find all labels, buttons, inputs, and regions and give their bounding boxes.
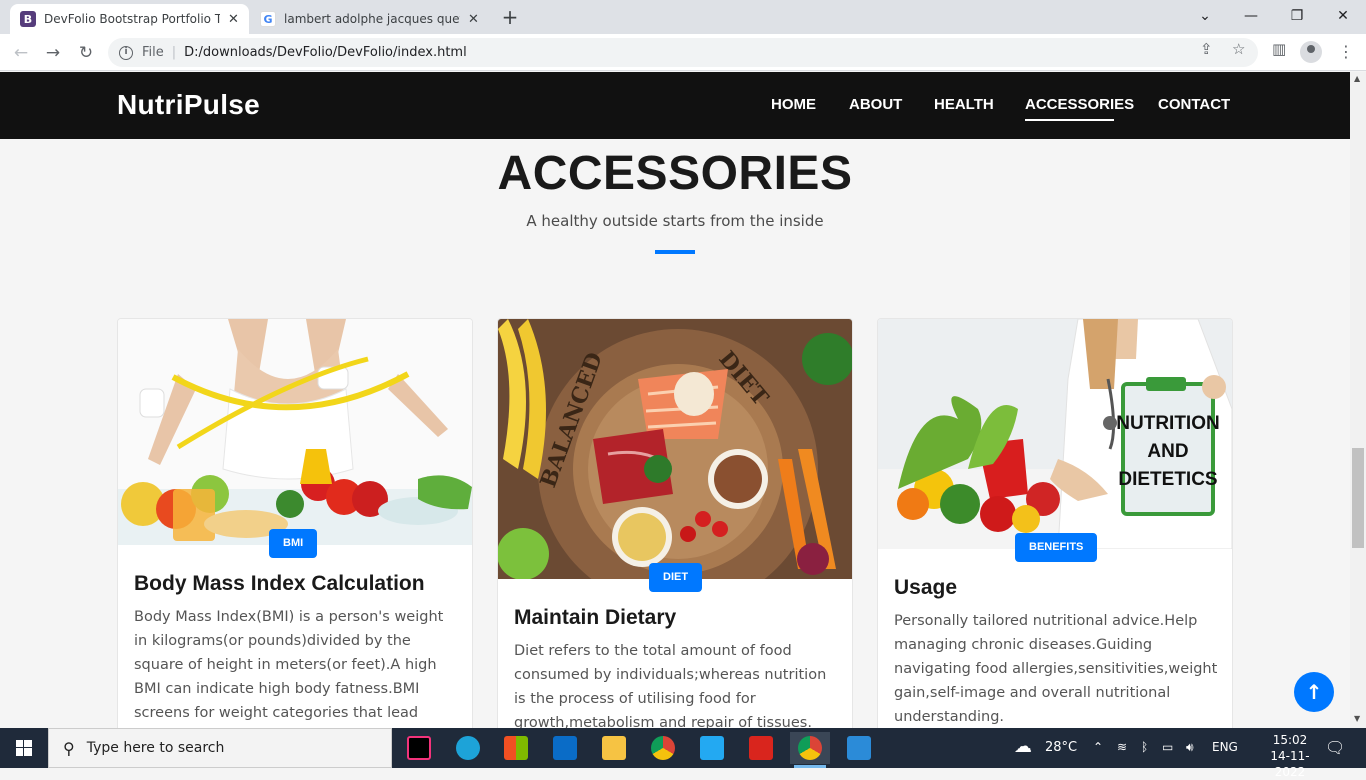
nutrition-dietetics-photo: NUTRITION AND DIETETICS <box>878 319 1232 549</box>
photos-app-icon[interactable] <box>839 732 879 764</box>
side-panel-icon[interactable]: ▥ <box>1272 40 1286 58</box>
card-bmi[interactable]: BMI Body Mass Index Calculation Body Mas… <box>117 318 473 728</box>
card-text: Diet refers to the total amount of food … <box>514 643 827 728</box>
nav-accessories[interactable]: ACCESSORIES <box>1025 96 1134 121</box>
nav-about[interactable]: ABOUT <box>849 96 902 113</box>
card-title[interactable]: Body Mass Index Calculation <box>134 572 425 596</box>
file-explorer-icon[interactable] <box>594 732 634 764</box>
tab-title: lambert adolphe jacques quetele <box>284 12 460 26</box>
close-window-button[interactable]: ✕ <box>1320 4 1366 28</box>
close-tab-icon[interactable]: ✕ <box>468 12 479 27</box>
network-wifi-icon[interactable]: ≋ <box>1117 740 1127 754</box>
site-brand[interactable]: NutriPulse <box>117 89 260 121</box>
reload-icon[interactable]: ↻ <box>73 40 99 66</box>
new-tab-button[interactable]: + <box>498 6 522 30</box>
input-language[interactable]: ENG <box>1212 740 1238 754</box>
nav-health[interactable]: HEALTH <box>934 96 994 113</box>
acrobat-app-icon[interactable] <box>741 732 781 764</box>
hidden-icons-chevron-icon[interactable]: ⌃ <box>1093 740 1103 754</box>
intellij-app-icon[interactable] <box>399 732 439 764</box>
browser-toolbar: ← → ↻ i File | D:/downloads/DevFolio/Dev… <box>0 34 1366 71</box>
badge-benefits[interactable]: BENEFITS <box>1015 533 1098 562</box>
taskbar-search-box[interactable]: ⚲ Type here to search <box>48 728 392 768</box>
maximize-window-button[interactable]: ❐ <box>1274 4 1320 28</box>
google-favicon-icon: G <box>260 11 276 27</box>
site-info-icon[interactable]: i <box>119 45 133 60</box>
url-text[interactable]: D:/downloads/DevFolio/DevFolio/index.htm… <box>184 45 467 60</box>
scrollbar-thumb[interactable] <box>1352 448 1364 548</box>
taskbar-clock[interactable]: 15:02 14-11-2022 <box>1260 732 1320 780</box>
card-text: Personally tailored nutritional advice.H… <box>894 613 1218 725</box>
nutrition-sign-line2: AND <box>1147 441 1188 462</box>
chrome-running-app-icon[interactable] <box>790 732 830 768</box>
badge-bmi[interactable]: BMI <box>269 529 318 558</box>
minimize-window-button[interactable]: — <box>1228 4 1274 28</box>
browser-tab-strip: B DevFolio Bootstrap Portfolio Tem ✕ G l… <box>0 0 1366 34</box>
page-scrollbar[interactable]: ▲ ▼ <box>1350 72 1366 728</box>
close-tab-icon[interactable]: ✕ <box>228 12 239 27</box>
card-title[interactable]: Maintain Dietary <box>514 606 676 630</box>
site-navbar: NutriPulse HOME ABOUT HEALTH ACCESSORIES… <box>0 72 1350 139</box>
weather-temperature[interactable]: 28°C <box>1045 740 1077 755</box>
tab-search-icon[interactable]: ⌄ <box>1182 4 1228 28</box>
forward-icon[interactable]: → <box>40 40 66 66</box>
scroll-up-arrow-icon[interactable]: ▲ <box>1354 74 1360 83</box>
back-to-top-button[interactable]: ↑ <box>1294 672 1334 712</box>
back-icon[interactable]: ← <box>8 40 34 66</box>
nutrition-sign-line1: NUTRITION <box>1116 413 1219 434</box>
scroll-down-arrow-icon[interactable]: ▼ <box>1354 714 1360 723</box>
browser-tab-google[interactable]: G lambert adolphe jacques quetele ✕ <box>250 4 489 34</box>
tab-title: DevFolio Bootstrap Portfolio Tem <box>44 12 220 26</box>
nutrition-sign-line3: DIETETICS <box>1118 469 1217 490</box>
taskbar-search-placeholder: Type here to search <box>86 740 225 756</box>
section-subtitle: A healthy outside starts from the inside <box>526 212 824 230</box>
mail-app-icon[interactable] <box>545 732 585 764</box>
browser-tab-devfolio[interactable]: B DevFolio Bootstrap Portfolio Tem ✕ <box>10 4 249 34</box>
section-divider <box>655 250 695 254</box>
card-text: Body Mass Index(BMI) is a person's weigh… <box>134 609 444 721</box>
weather-cloud-icon[interactable]: ☁ <box>1014 736 1032 757</box>
clock-time: 15:02 <box>1272 733 1308 747</box>
windows-taskbar: ⚲ Type here to search ☁ 28°C ⌃ ≋ ᛒ ▭ 🔊︎ … <box>0 728 1366 779</box>
windows-logo-icon <box>16 740 32 756</box>
badge-diet[interactable]: DIET <box>649 563 703 592</box>
battery-icon[interactable]: ▭ <box>1162 740 1173 754</box>
bluetooth-icon[interactable]: ᛒ <box>1141 740 1148 754</box>
section-title: ACCESSORIES <box>497 147 853 200</box>
bmi-photo <box>118 319 472 545</box>
balanced-diet-photo: BALANCED DIET <box>498 319 852 579</box>
page-viewport: NutriPulse HOME ABOUT HEALTH ACCESSORIES… <box>0 72 1350 728</box>
card-diet[interactable]: BALANCED DIET DIET Maintain Dietary Diet… <box>497 318 853 728</box>
store-app-icon[interactable] <box>496 732 536 764</box>
address-separator: | <box>171 45 177 60</box>
chrome-app-icon[interactable] <box>643 732 683 764</box>
card-benefits[interactable]: NUTRITION AND DIETETICS BENEFITS Usage P… <box>877 318 1233 728</box>
edge-app-icon[interactable] <box>448 732 488 764</box>
share-icon[interactable]: ⇪ <box>1200 40 1213 58</box>
scheme-label: File <box>142 45 164 60</box>
card-title[interactable]: Usage <box>894 576 957 600</box>
nav-home[interactable]: HOME <box>771 96 816 113</box>
profile-avatar-icon[interactable] <box>1300 41 1322 63</box>
bootstrap-favicon-icon: B <box>20 11 36 27</box>
vscode-app-icon[interactable] <box>692 732 732 764</box>
notifications-icon[interactable]: 🗨︎ <box>1325 738 1345 757</box>
bookmark-star-icon[interactable]: ☆ <box>1232 40 1245 58</box>
volume-icon[interactable]: 🔊︎ <box>1186 740 1194 755</box>
search-icon: ⚲ <box>63 738 75 758</box>
browser-menu-icon[interactable]: ⋮ <box>1338 42 1354 61</box>
windows-start-button[interactable] <box>0 728 48 768</box>
nav-contact[interactable]: CONTACT <box>1158 96 1230 113</box>
address-bar[interactable]: i File | D:/downloads/DevFolio/DevFolio/… <box>108 38 1258 67</box>
clock-date: 14-11-2022 <box>1270 749 1310 779</box>
